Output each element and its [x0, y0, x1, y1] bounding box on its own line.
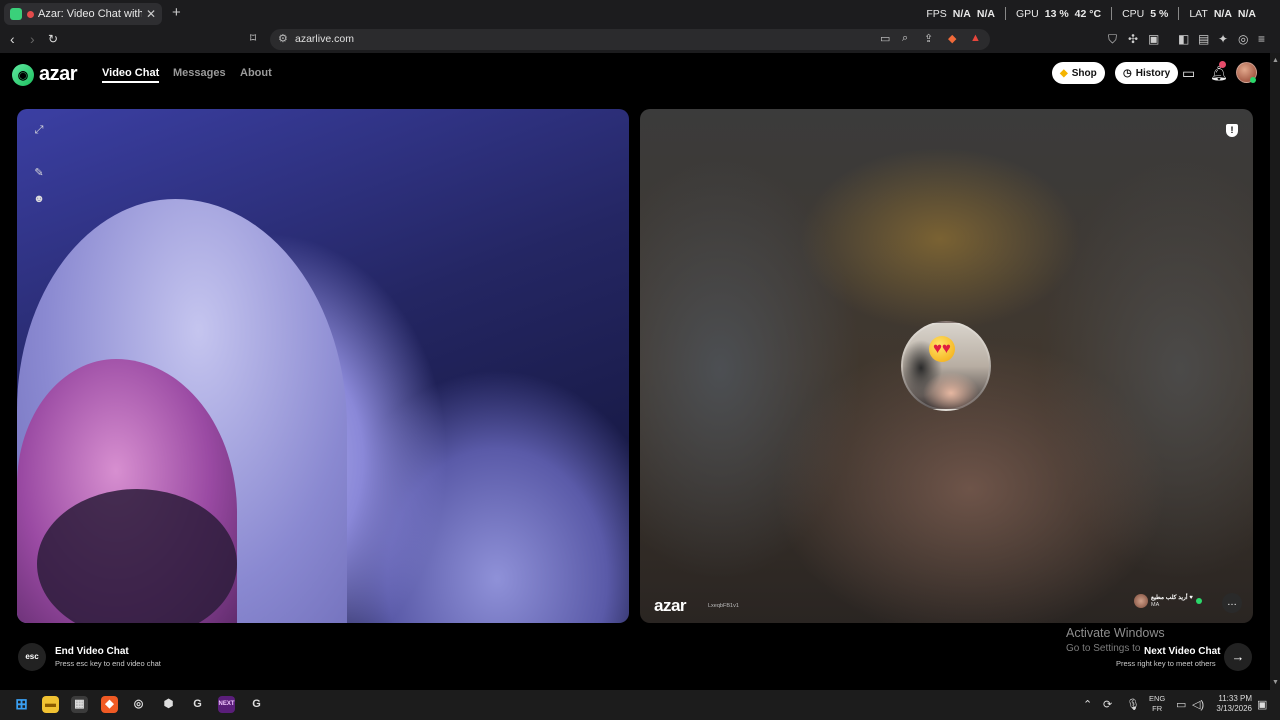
leo-ai-icon[interactable]: ✦	[1218, 32, 1228, 46]
recording-indicator-icon	[27, 10, 34, 18]
microphone-icon[interactable]: 🎙︎	[1126, 698, 1140, 711]
peer-info-tag[interactable]: أريد كلب مطيع ♥ MA	[1134, 594, 1202, 608]
brave-shields-icon[interactable]: ◆	[948, 32, 956, 45]
sticker-icon[interactable]: ☻	[33, 193, 45, 205]
url-text: azarlive.com	[295, 33, 354, 45]
app-g2-icon[interactable]: G	[248, 696, 265, 713]
windows-start-icon[interactable]: ⊞	[13, 696, 30, 713]
sidebar-icon[interactable]: ◧	[1178, 32, 1189, 46]
language-indicator[interactable]: ENG FR	[1149, 694, 1165, 714]
new-tab-button[interactable]: +	[172, 4, 181, 21]
steam-icon[interactable]: ◎	[130, 696, 147, 713]
next-app-icon[interactable]: NEXT	[218, 696, 235, 713]
azar-logo[interactable]: ◉ azar	[12, 63, 78, 86]
browser-tab[interactable]: Azar: Video Chat with New Pe ✕	[4, 3, 162, 25]
peer-profile-photo	[901, 321, 991, 411]
activate-windows-title: Activate Windows	[1066, 626, 1165, 640]
browser-tab-bar: Azar: Video Chat with New Pe ✕ + FPS N/A…	[0, 0, 1280, 27]
azar-favicon-icon	[10, 8, 22, 20]
zoom-icon[interactable]: ⌕	[902, 32, 908, 45]
page-scrollbar[interactable]: ▲ ▼	[1270, 53, 1280, 690]
next-chat-hint: Press right key to meet others	[1116, 659, 1216, 668]
network-icon[interactable]: ▭	[1176, 698, 1186, 711]
heart-eyes-emoji-icon: ♥♥	[929, 336, 955, 362]
back-icon[interactable]: ‹	[10, 31, 15, 47]
address-bar[interactable]: ⚙ azarlive.com ▭ ⌕ ⇪ ◆ ▲	[270, 29, 990, 50]
site-header: ◉ azar Video Chat Messages About ◆ Shop …	[0, 53, 1270, 97]
azar-logo-icon: ◉	[12, 63, 34, 86]
menu-icon[interactable]: ≡	[1258, 32, 1265, 46]
performance-overlay: FPS N/A N/A GPU 13 % 42 °C CPU 5 % LAT N…	[926, 7, 1256, 20]
notifications-icon[interactable]: ▣	[1257, 698, 1267, 711]
peer-country: MA	[1151, 602, 1160, 608]
inventory-icon[interactable]: ▭	[1182, 65, 1195, 82]
show-hidden-icons-icon[interactable]: ⌃	[1083, 698, 1092, 711]
wallet-icon[interactable]: ▣	[1148, 32, 1159, 46]
nav-video-chat[interactable]: Video Chat	[102, 67, 160, 83]
history-button[interactable]: ◷ History	[1115, 62, 1179, 84]
peer-avatar	[1134, 594, 1148, 608]
reload-icon[interactable]: ↻	[48, 32, 58, 46]
extensions-icon[interactable]: ✣	[1128, 32, 1138, 46]
windows-taskbar: ⊞ ▬ ▦ ◆ ◎ ⬢ G NEXT G ⌃ ⟳ 🎙︎ ENG FR ▭ ◁) …	[0, 690, 1280, 720]
remote-watermark-logo: azar	[654, 596, 687, 615]
sync-icon[interactable]: ⟳	[1103, 698, 1112, 711]
local-video-feed	[17, 109, 629, 623]
verified-icon	[1195, 598, 1202, 604]
end-chat-hint: Press esc key to end video chat	[55, 659, 161, 668]
system-clock[interactable]: 11:33 PM 3/13/2026	[1212, 694, 1252, 714]
site-settings-icon[interactable]: ⚙	[278, 32, 288, 45]
tab-title: Azar: Video Chat with New Pe	[38, 8, 142, 20]
tab-groups-icon[interactable]: ▤	[1198, 32, 1209, 46]
end-video-chat-button[interactable]: esc	[18, 643, 46, 671]
forward-icon[interactable]: ›	[30, 31, 35, 47]
gem-icon: ◆	[1060, 67, 1068, 79]
scroll-down-icon[interactable]: ▼	[1272, 679, 1279, 686]
notification-badge	[1219, 61, 1226, 68]
clock-icon: ◷	[1123, 67, 1132, 79]
online-status-indicator	[1250, 77, 1256, 83]
report-shield-icon[interactable]: !	[1226, 124, 1238, 137]
vpn-icon[interactable]: ⛉	[1108, 32, 1117, 47]
activate-windows-hint: Go to Settings to	[1066, 643, 1141, 654]
volume-icon[interactable]: ◁)	[1192, 698, 1204, 711]
shop-button[interactable]: ◆ Shop	[1052, 62, 1105, 84]
share-icon[interactable]: ⇪	[924, 32, 933, 45]
beauty-filter-icon[interactable]: ✎	[33, 166, 45, 179]
app-g-icon[interactable]: G	[189, 696, 206, 713]
scroll-up-icon[interactable]: ▲	[1272, 57, 1279, 64]
obs-icon[interactable]: ⬢	[160, 696, 177, 713]
notification-bell-icon[interactable]: 🔔︎	[1210, 65, 1228, 82]
nav-messages[interactable]: Messages	[173, 67, 226, 79]
store-icon[interactable]: ▦	[71, 696, 88, 713]
rewards-icon[interactable]: ◎	[1238, 32, 1248, 46]
peer-name: أريد كلب مطيع ♥	[1151, 595, 1193, 601]
brave-rewards-icon[interactable]: ▲	[970, 32, 981, 44]
chat-bubble-button[interactable]: …	[1222, 593, 1242, 613]
expand-view-icon[interactable]: ⤢	[33, 124, 45, 136]
cast-icon[interactable]: ▭	[880, 32, 890, 45]
browser-toolbar: ‹ › ↻ ⌑ ⚙ azarlive.com ▭ ⌕ ⇪ ◆ ▲ ⛉ ✣ ▣ ◧…	[0, 27, 1280, 53]
next-chat-title: Next Video Chat	[1144, 646, 1221, 657]
end-chat-title: End Video Chat	[55, 646, 129, 657]
next-video-chat-button[interactable]: →	[1224, 643, 1252, 671]
close-tab-icon[interactable]: ✕	[146, 7, 156, 21]
stream-id: LxeqbFB1v1	[708, 603, 739, 609]
bookmark-icon[interactable]: ⌑	[250, 31, 256, 45]
nav-about[interactable]: About	[240, 67, 272, 79]
file-explorer-icon[interactable]: ▬	[42, 696, 59, 713]
brave-browser-icon[interactable]: ◆	[101, 696, 118, 713]
